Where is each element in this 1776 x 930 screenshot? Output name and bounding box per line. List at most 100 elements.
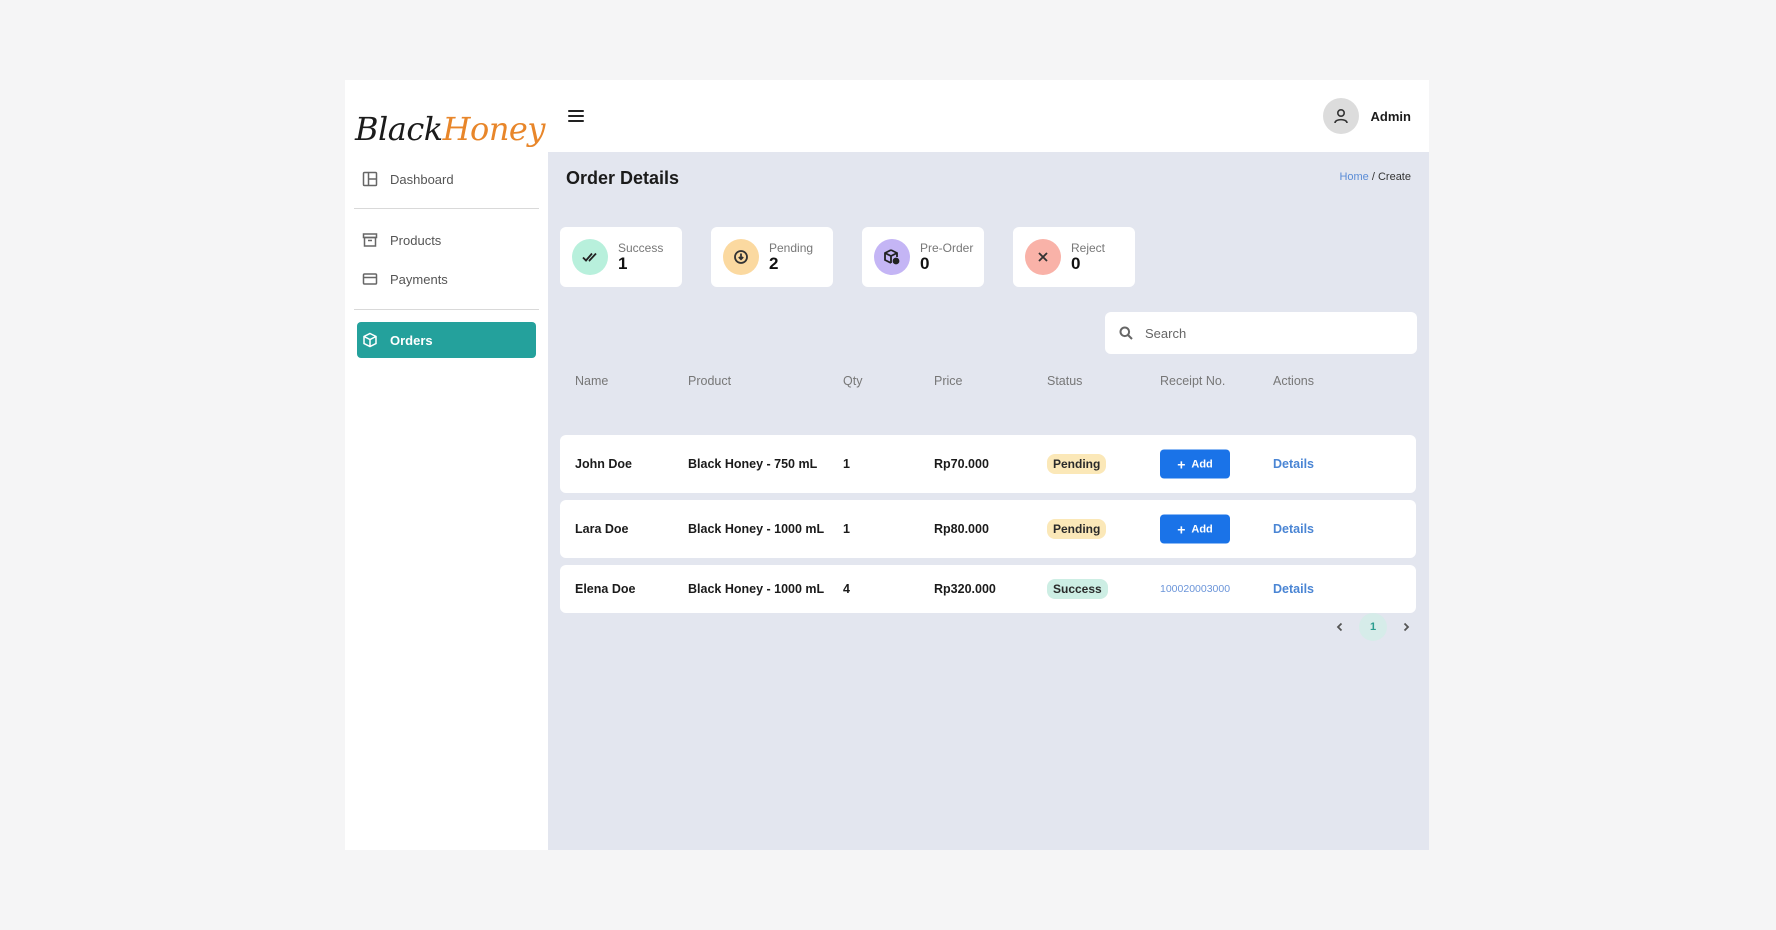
search-icon bbox=[1119, 326, 1133, 340]
sidebar-divider bbox=[354, 309, 539, 310]
sidebar-item-label: Orders bbox=[390, 332, 433, 348]
stat-card-reject[interactable]: Reject 0 bbox=[1013, 227, 1135, 287]
stat-card-success[interactable]: Success 1 bbox=[560, 227, 682, 287]
sidebar-item-label: Payments bbox=[390, 271, 448, 287]
sidebar-divider bbox=[354, 208, 539, 209]
card-icon bbox=[362, 273, 378, 285]
stat-value: 0 bbox=[920, 254, 930, 273]
status-badge: Pending bbox=[1047, 519, 1107, 539]
avatar[interactable] bbox=[1322, 98, 1359, 134]
sidebar-item-dashboard[interactable]: Dashboard bbox=[357, 161, 536, 197]
cell-product: Black Honey - 1000 mL bbox=[688, 522, 825, 536]
status-summary: Success 1 Pending 2 Pre-Order 0 Reject 0 bbox=[560, 227, 1135, 287]
sidebar-item-label: Products bbox=[390, 232, 442, 248]
stat-label: Success bbox=[618, 241, 664, 255]
breadcrumb-current: Create bbox=[1377, 171, 1411, 183]
cell-qty: 4 bbox=[843, 582, 850, 596]
content-area: Order Details Home / Create Success 1 Pe… bbox=[548, 152, 1429, 850]
sidebar-item-label: Dashboard bbox=[390, 171, 454, 187]
add-receipt-button[interactable]: + Add bbox=[1160, 514, 1230, 544]
cell-qty: 1 bbox=[843, 457, 850, 471]
breadcrumb-home-link[interactable]: Home bbox=[1339, 171, 1368, 183]
column-header-product[interactable]: Product bbox=[688, 374, 731, 388]
cell-product: Black Honey - 750 mL bbox=[688, 457, 818, 471]
status-badge-pending: Pending bbox=[1047, 454, 1107, 474]
cell-receipt: + Add bbox=[1160, 449, 1230, 479]
brand-logo[interactable]: BlackHoney bbox=[355, 110, 545, 148]
cell-name: John Doe bbox=[575, 457, 632, 471]
table-header: Name Product Qty Price Status Receipt No… bbox=[560, 374, 1416, 394]
brand-logo-part2: Honey bbox=[442, 110, 546, 148]
details-link[interactable]: Details bbox=[1273, 582, 1314, 596]
double-check-icon bbox=[582, 252, 597, 262]
brand-logo-part1: Black bbox=[355, 110, 443, 148]
cell-name: Elena Doe bbox=[575, 582, 636, 596]
close-icon bbox=[1038, 252, 1048, 262]
stat-icon-bg bbox=[572, 239, 608, 275]
status-badge: Pending bbox=[1047, 454, 1107, 474]
user-name: Admin bbox=[1370, 108, 1411, 124]
stat-label: Pre-Order bbox=[920, 241, 974, 255]
cell-name: Lara Doe bbox=[575, 522, 629, 536]
box-icon bbox=[363, 332, 377, 348]
status-badge-success: Success bbox=[1047, 579, 1108, 599]
cell-receipt: + Add bbox=[1160, 514, 1230, 544]
column-header-receipt[interactable]: Receipt No. bbox=[1160, 374, 1225, 388]
add-receipt-button[interactable]: + Add bbox=[1160, 449, 1230, 479]
chevron-right-icon bbox=[1403, 622, 1410, 632]
breadcrumb-separator: / bbox=[1368, 171, 1378, 183]
cell-qty: 1 bbox=[843, 522, 850, 536]
clock-arrow-icon bbox=[734, 250, 748, 264]
table-row: John Doe Black Honey - 750 mL 1 Rp70.000… bbox=[560, 435, 1416, 493]
sidebar: BlackHoney Dashboard Products Payments O… bbox=[345, 80, 548, 850]
layout-icon bbox=[362, 171, 378, 187]
column-header-qty[interactable]: Qty bbox=[843, 374, 862, 388]
add-receipt-label: Add bbox=[1191, 458, 1213, 470]
sidebar-item-payments[interactable]: Payments bbox=[357, 261, 536, 297]
sidebar-item-orders[interactable]: Orders bbox=[357, 322, 536, 358]
cell-product: Black Honey - 1000 mL bbox=[688, 582, 825, 596]
plus-icon: + bbox=[1177, 521, 1186, 537]
page-title: Order Details bbox=[566, 168, 680, 188]
cell-price: Rp320.000 bbox=[934, 582, 996, 596]
stat-icon-bg bbox=[723, 239, 759, 275]
user-menu[interactable]: Admin bbox=[1322, 98, 1411, 134]
search-box[interactable] bbox=[1105, 312, 1417, 354]
prev-page-button[interactable] bbox=[1331, 618, 1349, 636]
user-icon bbox=[1333, 108, 1348, 124]
stat-card-preorder[interactable]: Pre-Order 0 bbox=[862, 227, 984, 287]
page-number-current[interactable]: 1 bbox=[1359, 613, 1387, 641]
menu-toggle-icon[interactable] bbox=[568, 110, 584, 122]
details-link[interactable]: Details bbox=[1273, 457, 1314, 471]
breadcrumb: Home / Create bbox=[1339, 171, 1411, 183]
pagination: 1 bbox=[1331, 613, 1415, 641]
app-window: BlackHoney Dashboard Products Payments O… bbox=[345, 80, 1429, 850]
column-header-price[interactable]: Price bbox=[934, 374, 962, 388]
stat-value: 0 bbox=[1071, 254, 1081, 273]
stat-icon-bg bbox=[874, 239, 910, 275]
stat-label: Reject bbox=[1071, 241, 1106, 255]
column-header-name[interactable]: Name bbox=[575, 374, 608, 388]
top-bar: Admin bbox=[548, 80, 1429, 152]
details-link[interactable]: Details bbox=[1273, 522, 1314, 536]
plus-icon: + bbox=[1177, 456, 1186, 472]
receipt-number-link[interactable]: 100020003000 bbox=[1160, 583, 1230, 595]
search-input[interactable] bbox=[1145, 325, 1405, 341]
table-row: Lara Doe Black Honey - 1000 mL 1 Rp80.00… bbox=[560, 500, 1416, 558]
cell-price: Rp80.000 bbox=[934, 522, 989, 536]
package-clock-icon bbox=[884, 249, 900, 265]
stat-label: Pending bbox=[769, 241, 814, 255]
next-page-button[interactable] bbox=[1397, 618, 1415, 636]
table-row: Elena Doe Black Honey - 1000 mL 4 Rp320.… bbox=[560, 565, 1416, 613]
archive-icon bbox=[362, 233, 378, 247]
sidebar-item-products[interactable]: Products bbox=[357, 222, 536, 258]
cell-price: Rp70.000 bbox=[934, 457, 989, 471]
main-area: Admin Order Details Home / Create Succes… bbox=[548, 80, 1429, 850]
column-header-status[interactable]: Status bbox=[1047, 374, 1082, 388]
column-header-actions: Actions bbox=[1273, 374, 1314, 388]
status-badge: Success bbox=[1047, 579, 1108, 599]
stat-icon-bg bbox=[1025, 239, 1061, 275]
status-badge-pending: Pending bbox=[1047, 519, 1107, 539]
stat-value: 1 bbox=[618, 254, 628, 273]
stat-card-pending[interactable]: Pending 2 bbox=[711, 227, 833, 287]
